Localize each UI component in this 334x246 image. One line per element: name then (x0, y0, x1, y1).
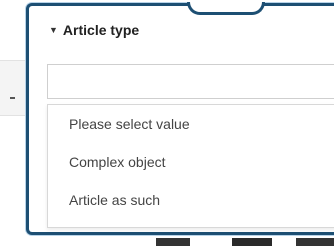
background-fragment (232, 238, 272, 246)
option-label: Please select value (69, 116, 190, 132)
callout-notch (187, 2, 265, 15)
background-marker (10, 97, 15, 99)
caret-down-icon: ▼ (49, 24, 58, 35)
background-fragment (296, 238, 334, 246)
section-title: Article type (62, 22, 140, 38)
option-label: Complex object (69, 154, 166, 170)
option-article-as-such[interactable]: Article as such (48, 181, 334, 219)
page: ▼ Article type Please select value Compl… (0, 0, 334, 246)
option-please-select-value[interactable]: Please select value (48, 105, 334, 143)
article-type-section-toggle[interactable]: ▼ Article type (49, 22, 139, 38)
background-fragment (156, 238, 190, 246)
option-complex-object[interactable]: Complex object (48, 143, 334, 181)
article-type-select[interactable] (47, 64, 334, 99)
article-type-dropdown: Please select value Complex object Artic… (47, 104, 334, 228)
option-label: Article as such (69, 192, 161, 208)
zoom-callout: ▼ Article type Please select value Compl… (26, 2, 334, 235)
